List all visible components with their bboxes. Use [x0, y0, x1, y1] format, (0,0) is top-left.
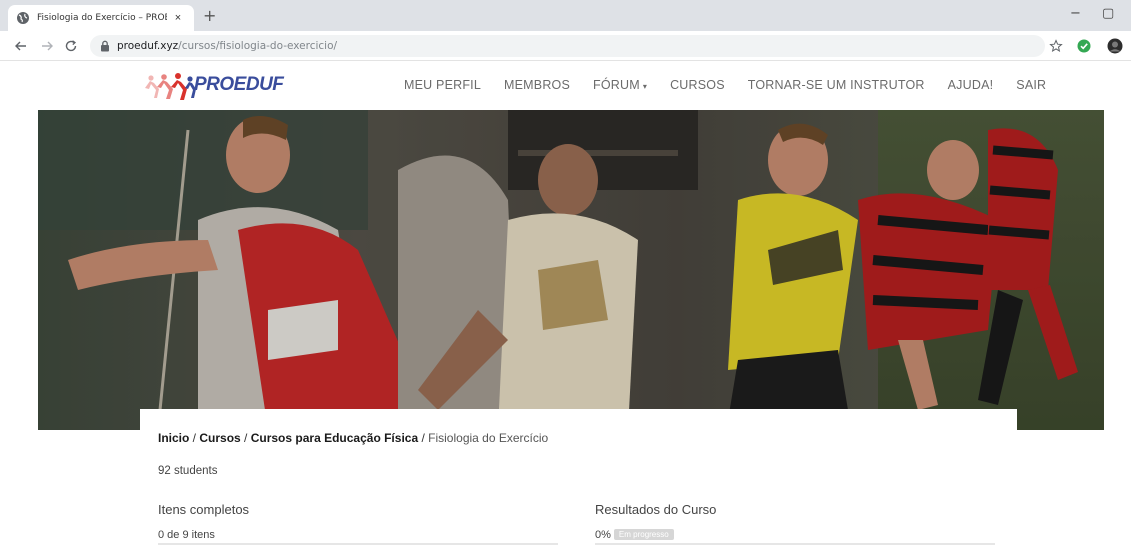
forward-arrow-icon[interactable]: [40, 39, 54, 53]
logo-text: PROEDUF: [194, 74, 284, 95]
items-completed-title: Itens completos: [158, 502, 250, 517]
site-header: PROEDUF MEU PERFIL MEMBROS FÓRUM ▾ CURSOS…: [0, 62, 1131, 110]
globe-icon: [17, 12, 29, 24]
breadcrumb: Inicio / Cursos / Cursos para Educação F…: [158, 431, 548, 445]
students-count: 92 students: [158, 465, 218, 477]
nav-ajuda[interactable]: AJUDA!: [948, 78, 994, 92]
nav-cursos[interactable]: CURSOS: [670, 78, 725, 92]
chevron-down-icon: ▾: [642, 82, 648, 91]
status-badge: Em progresso: [613, 529, 674, 540]
course-results-value-row: 0% Em progresso: [595, 529, 674, 541]
course-results-title: Resultados do Curso: [595, 502, 717, 517]
url-host: proeduf.xyz: [117, 40, 179, 52]
items-completed-value: 0 de 9 itens: [158, 529, 215, 541]
new-tab-button[interactable]: +: [203, 8, 216, 24]
address-bar[interactable]: proeduf.xyz/cursos/fisiologia-do-exercic…: [90, 35, 1045, 57]
browser-tab[interactable]: Fisiologia do Exercício – PROEDU ×: [8, 5, 194, 31]
reload-icon[interactable]: [64, 39, 78, 53]
nav-tornar-instrutor[interactable]: TORNAR-SE UM INSTRUTOR: [748, 78, 925, 92]
page: Fisiologia do Exercício – PROEDU × + − ▢…: [0, 0, 1131, 545]
nav-forum-label: FÓRUM: [593, 78, 640, 92]
nav-meu-perfil[interactable]: MEU PERFIL: [404, 78, 481, 92]
back-arrow-icon[interactable]: [14, 39, 28, 53]
hero-banner-image: [38, 110, 1104, 430]
lock-icon: [101, 40, 109, 52]
breadcrumb-separator: /: [240, 431, 251, 445]
profile-avatar[interactable]: [1107, 38, 1123, 54]
browser-tabbar: Fisiologia do Exercício – PROEDU × + − ▢: [0, 0, 1131, 31]
nav-forum[interactable]: FÓRUM ▾: [593, 78, 647, 92]
course-card: Inicio / Cursos / Cursos para Educação F…: [140, 409, 1017, 545]
nav-membros[interactable]: MEMBROS: [504, 78, 570, 92]
nav-sair[interactable]: SAIR: [1016, 78, 1046, 92]
athletes-photo: [38, 110, 1104, 430]
minimize-button[interactable]: −: [1070, 6, 1081, 21]
course-results-percent: 0%: [595, 529, 611, 541]
bookmark-star-icon[interactable]: [1049, 39, 1063, 53]
extension-check-icon[interactable]: [1077, 39, 1091, 53]
breadcrumb-current: Fisiologia do Exercício: [428, 431, 549, 445]
url-path: /cursos/fisiologia-do-exercicio/: [178, 40, 338, 52]
browser-toolbar: proeduf.xyz/cursos/fisiologia-do-exercic…: [0, 31, 1131, 61]
main-nav: MEU PERFIL MEMBROS FÓRUM ▾ CURSOS TORNAR-…: [404, 78, 1069, 92]
tab-title: Fisiologia do Exercício – PROEDU: [37, 13, 167, 23]
close-tab-icon[interactable]: ×: [171, 12, 185, 24]
breadcrumb-categoria[interactable]: Cursos para Educação Física: [251, 431, 418, 445]
breadcrumb-separator: /: [189, 431, 200, 445]
breadcrumb-cursos[interactable]: Cursos: [199, 431, 240, 445]
maximize-button[interactable]: ▢: [1102, 6, 1114, 21]
breadcrumb-home[interactable]: Inicio: [158, 431, 189, 445]
breadcrumb-separator: /: [418, 431, 429, 445]
